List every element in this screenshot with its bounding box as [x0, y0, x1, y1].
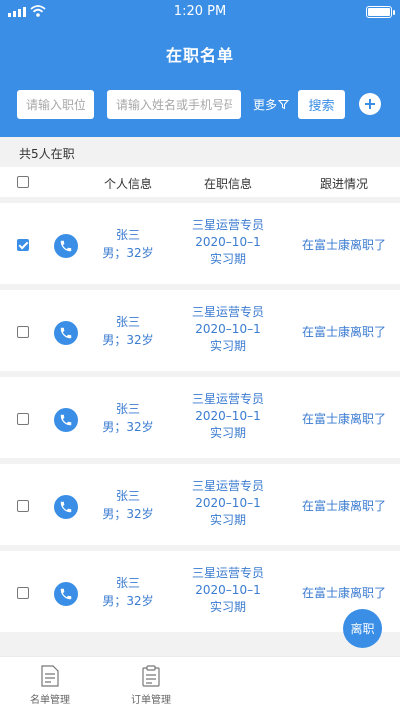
employee-gender-age: 男；32岁: [102, 507, 154, 521]
tab-list-label: 名单管理: [30, 695, 70, 706]
job-start-date: 2020–10–1: [195, 409, 261, 423]
column-header-job: 在职信息: [203, 177, 252, 191]
job-title: 三星运营专员: [191, 479, 264, 493]
job-stage: 实习期: [209, 426, 246, 440]
job-start-date: 2020–10–1: [195, 235, 261, 249]
employee-gender-age: 男；32岁: [102, 246, 154, 260]
status-bar: 1:20 PM: [0, 0, 400, 24]
table-row: 张三 男；32岁 三星运营专员 2020–10–1 实习期 在富士康离职了: [0, 464, 400, 545]
job-info[interactable]: 三星运营专员 2020–10–1 实习期: [178, 217, 278, 268]
row-checkbox[interactable]: [17, 587, 29, 599]
tab-orders-label: 订单管理: [131, 695, 171, 706]
tab-list-management[interactable]: 名单管理: [20, 665, 80, 706]
employee-name: 张三: [115, 402, 140, 416]
column-header-personal: 个人信息: [103, 177, 152, 191]
call-button[interactable]: [54, 495, 78, 519]
name-phone-input[interactable]: [107, 90, 241, 119]
employee-count: 共5人在职: [0, 137, 400, 167]
add-button[interactable]: [359, 93, 381, 115]
search-button[interactable]: 搜索: [298, 90, 345, 119]
employee-name: 张三: [115, 489, 140, 503]
table-row: 张三 男；32岁 三星运营专员 2020–10–1 实习期 在富士康离职了: [0, 377, 400, 458]
employee-gender-age: 男；32岁: [102, 420, 154, 434]
call-button[interactable]: [54, 321, 78, 345]
bottom-tab-bar: 名单管理 订单管理: [0, 656, 400, 710]
personal-info[interactable]: 张三 男；32岁: [82, 226, 174, 262]
personal-info[interactable]: 张三 男；32岁: [82, 313, 174, 349]
call-button[interactable]: [54, 234, 78, 258]
status-time: 1:20 PM: [173, 4, 227, 19]
employee-name: 张三: [115, 228, 140, 242]
list-doc-icon: [41, 665, 59, 687]
follow-up-status[interactable]: 在富士康离职了: [292, 584, 396, 601]
plus-icon: [365, 99, 375, 109]
follow-up-status[interactable]: 在富士康离职了: [292, 410, 396, 427]
employee-name: 张三: [115, 576, 140, 590]
phone-icon: [60, 588, 72, 600]
table-row: 张三 男；32岁 三星运营专员 2020–10–1 实习期 在富士康离职了: [0, 290, 400, 371]
employee-gender-age: 男；32岁: [102, 594, 154, 608]
job-stage: 实习期: [209, 513, 246, 527]
employee-name: 张三: [115, 315, 140, 329]
job-stage: 实习期: [209, 339, 246, 353]
employee-list: 张三 男；32岁 三星运营专员 2020–10–1 实习期 在富士康离职了 张三…: [0, 197, 400, 632]
job-title: 三星运营专员: [191, 392, 264, 406]
phone-icon: [60, 501, 72, 513]
job-title: 三星运营专员: [191, 218, 264, 232]
table-row: 张三 男；32岁 三星运营专员 2020–10–1 实习期 在富士康离职了: [0, 551, 400, 632]
job-stage: 实习期: [209, 252, 246, 266]
clipboard-icon: [142, 665, 160, 687]
phone-icon: [60, 240, 72, 252]
phone-icon: [60, 414, 72, 426]
position-input[interactable]: [17, 90, 94, 119]
row-checkbox[interactable]: [17, 239, 29, 251]
phone-icon: [60, 327, 72, 339]
battery-icon: [366, 6, 395, 18]
follow-up-status[interactable]: 在富士康离职了: [292, 323, 396, 340]
filter-icon: [278, 100, 290, 110]
call-button[interactable]: [54, 408, 78, 432]
more-filter-button[interactable]: 更多: [253, 96, 290, 113]
app-header: 1:20 PM 在职名单 更多 搜索: [0, 0, 400, 137]
employee-gender-age: 男；32岁: [102, 333, 154, 347]
job-start-date: 2020–10–1: [195, 583, 261, 597]
job-info[interactable]: 三星运营专员 2020–10–1 实习期: [178, 304, 278, 355]
row-checkbox[interactable]: [17, 413, 29, 425]
tab-order-management[interactable]: 订单管理: [121, 665, 181, 706]
call-button[interactable]: [54, 582, 78, 606]
job-title: 三星运营专员: [191, 305, 264, 319]
job-info[interactable]: 三星运营专员 2020–10–1 实习期: [178, 565, 278, 616]
job-title: 三星运营专员: [191, 566, 264, 580]
more-label: 更多: [253, 98, 278, 112]
job-start-date: 2020–10–1: [195, 322, 261, 336]
personal-info[interactable]: 张三 男；32岁: [82, 574, 174, 610]
follow-up-status[interactable]: 在富士康离职了: [292, 236, 396, 253]
table-header: 个人信息 在职信息 跟进情况: [0, 167, 400, 197]
job-stage: 实习期: [209, 600, 246, 614]
table-row: 张三 男；32岁 三星运营专员 2020–10–1 实习期 在富士康离职了: [0, 203, 400, 284]
personal-info[interactable]: 张三 男；32岁: [82, 400, 174, 436]
job-start-date: 2020–10–1: [195, 496, 261, 510]
column-header-follow: 跟进情况: [319, 177, 368, 191]
resign-button[interactable]: 离职: [343, 609, 382, 648]
row-checkbox[interactable]: [17, 500, 29, 512]
select-all-checkbox[interactable]: [17, 176, 29, 188]
page-title: 在职名单: [165, 46, 234, 65]
job-info[interactable]: 三星运营专员 2020–10–1 实习期: [178, 391, 278, 442]
follow-up-status[interactable]: 在富士康离职了: [292, 497, 396, 514]
row-checkbox[interactable]: [17, 326, 29, 338]
search-bar: 更多 搜索: [0, 90, 400, 120]
personal-info[interactable]: 张三 男；32岁: [82, 487, 174, 523]
job-info[interactable]: 三星运营专员 2020–10–1 实习期: [178, 478, 278, 529]
